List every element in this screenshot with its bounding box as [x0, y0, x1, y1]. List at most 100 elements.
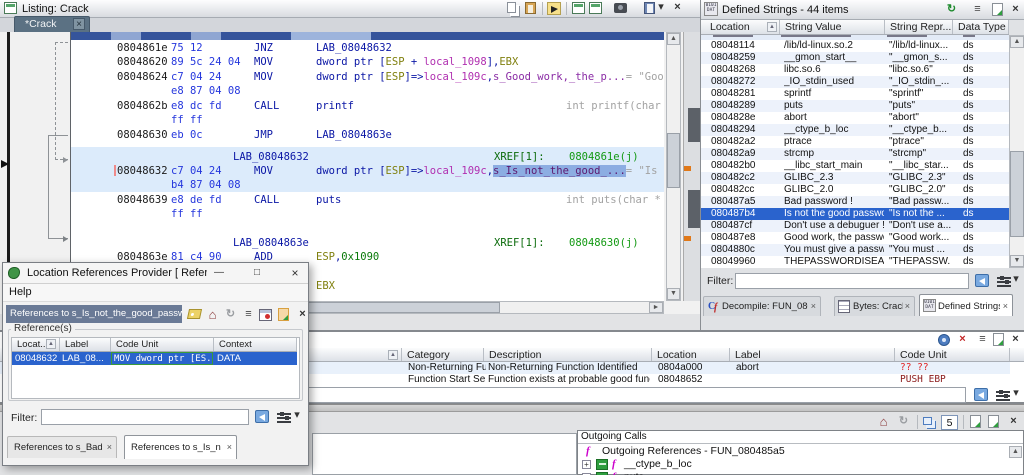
snapshot-camera-icon[interactable]	[614, 3, 627, 13]
asm-line[interactable]: LAB_0804863eXREF[1]:08048630(j)	[71, 236, 664, 250]
asm-label[interactable]: LAB_0804863e	[233, 236, 309, 250]
asm-bytes[interactable]: b4 87 04 08	[171, 178, 241, 192]
column-filter-icon[interactable]	[975, 274, 989, 287]
cell-code-unit[interactable]: PUSH EBP	[900, 374, 1008, 386]
close-icon[interactable]: ×	[670, 0, 685, 15]
column-header-location[interactable]: Location	[652, 348, 730, 361]
table-row[interactable]: 08048281sprintf"sprintf"ds	[701, 88, 1009, 100]
asm-token-reg[interactable]: ESP	[386, 71, 405, 83]
diff-apply-icon[interactable]	[589, 2, 602, 14]
asm-line[interactable]: ff ff	[71, 207, 664, 221]
cell-string-repr[interactable]: "_IO_stdin_...	[889, 76, 951, 88]
column-header-code-unit[interactable]: Code Unit	[895, 348, 1010, 361]
cell-data-type[interactable]: ds	[963, 136, 1003, 148]
cell-string-repr[interactable]: "Is not the ...	[889, 208, 951, 220]
asm-operands[interactable]: dword ptr [ESP]=>local_109c,s_Is_not_the…	[316, 164, 664, 178]
cell-data-type[interactable]: ds	[963, 172, 1003, 184]
scrollbar-thumb[interactable]	[1010, 151, 1024, 237]
cell-string-value[interactable]: _IO_stdin_used	[784, 76, 884, 88]
asm-address[interactable]: 08048639	[117, 193, 168, 207]
tree-root-row[interactable]: fOutgoing References - FUN_080485a5	[578, 445, 1008, 458]
asm-line[interactable]: 0804862089 5c 24 04MOVdword ptr [ESP + l…	[71, 55, 664, 69]
table-row[interactable]: 08048268libc.so.6"libc.so.6"ds	[701, 64, 1009, 76]
cell-code-unit[interactable]: ?? ??	[900, 362, 1008, 374]
cell-string-value[interactable]: THEPASSWORDISEASYTOC...	[784, 256, 884, 268]
asm-token-cmt[interactable]: = "Good work, th	[626, 71, 664, 83]
cell-location[interactable]: 08048294	[711, 124, 779, 136]
cell-data-type[interactable]: ds	[963, 64, 1003, 76]
cell-string-value[interactable]: sprintf	[784, 88, 884, 100]
asm-token-reg[interactable]: ESP	[386, 56, 405, 68]
column-header-location[interactable]: Locat...▲	[12, 338, 60, 351]
cell-location[interactable]: 08048259	[711, 52, 779, 64]
cell-label[interactable]: abort	[736, 362, 893, 374]
asm-operands[interactable]: LAB_08048632	[316, 41, 392, 55]
reference-row[interactable]: 08048632 LAB_08... MOV dword ptr [ES... …	[12, 352, 297, 365]
menu-icon[interactable]: ≡	[241, 307, 256, 322]
tree-item-row[interactable]: +f__ctype_b_loc	[578, 458, 1008, 471]
cell-location[interactable]: 080482b0	[711, 160, 779, 172]
close-icon[interactable]: ×	[295, 307, 310, 322]
menu-help[interactable]: Help	[9, 286, 32, 298]
cell-string-value[interactable]: __gmon_start__	[784, 52, 884, 64]
close-icon[interactable]: ×	[1003, 301, 1008, 311]
column-header-description[interactable]: Description	[484, 348, 652, 361]
asm-operands[interactable]: puts	[316, 193, 341, 207]
cell-string-value[interactable]: Bad password !	[784, 196, 884, 208]
table-row[interactable]: 080482b0__libc_start_main"__libc_star...…	[701, 160, 1009, 172]
asm-line[interactable]: ff ff	[71, 113, 664, 127]
asm-bytes[interactable]: 75 12	[171, 41, 203, 55]
column-header-data-type[interactable]: Data Type	[953, 20, 1009, 34]
filter-options-icon[interactable]	[997, 276, 1011, 288]
cell-category[interactable]: Non-Returning Fu...	[408, 362, 486, 374]
cell-location[interactable]: 080487cf	[711, 220, 779, 232]
cell-location[interactable]: 080487e8	[711, 232, 779, 244]
asm-mnemonic[interactable]: MOV	[254, 55, 273, 69]
cell-data-type[interactable]: ds	[963, 256, 1003, 268]
asm-token-op[interactable]: dword ptr [	[316, 71, 386, 83]
scroll-down-icon[interactable]: ▼	[667, 288, 680, 300]
cell-data-type[interactable]: ds	[963, 184, 1003, 196]
column-header-code-unit[interactable]: Code Unit	[111, 338, 214, 351]
table-row[interactable]: 08048259 __gmon_start__ "__gmon_s... ds	[701, 52, 1009, 64]
column-header-label[interactable]: Label	[730, 348, 895, 361]
cell-string-value[interactable]: abort	[784, 112, 884, 124]
cell-description[interactable]: Function exists at probable good functio…	[488, 374, 650, 386]
cursor-selection-icon[interactable]	[547, 2, 561, 15]
table-row[interactable]: 080487b4Is not the good password !"Is no…	[701, 208, 1009, 220]
table-row[interactable]: 080487cfDon't use a debuguer !"Don't use…	[701, 220, 1009, 232]
cell-string-repr[interactable]: "abort"	[889, 112, 951, 124]
asm-line[interactable]: b4 87 04 08	[71, 178, 664, 192]
table-row[interactable]: 080487e8Good work, the password i..."Goo…	[701, 232, 1009, 244]
column-header-label[interactable]: Label	[60, 338, 111, 351]
tab-references-bad-password[interactable]: References to s_Bad_pa... ×	[7, 436, 117, 458]
asm-token-lab[interactable]: LAB_0804863e	[316, 129, 392, 141]
cell-string-repr[interactable]: "__ctype_b...	[889, 124, 951, 136]
cell-string-repr[interactable]: "__gmon_s...	[889, 52, 951, 64]
asm-token-reg[interactable]: ESP	[386, 165, 405, 177]
cell-location[interactable]: 08048281	[711, 88, 779, 100]
snapshot-icon[interactable]	[993, 333, 1004, 346]
minimize-icon[interactable]: —	[211, 265, 227, 281]
cell-data-type[interactable]: ds	[963, 52, 1003, 64]
sort-icon[interactable]: ▲	[388, 350, 398, 360]
close-icon[interactable]: ×	[811, 301, 816, 311]
tab-defined-strings[interactable]: 0101 DAT Defined Strings ×	[919, 294, 1013, 316]
table-row[interactable]: 0804880cYou must give a password..."You …	[701, 244, 1009, 256]
cell-location[interactable]: 080482a9	[711, 148, 779, 160]
cell-code-unit[interactable]: MOV dword ptr [ES...	[111, 352, 213, 365]
listing-titlebar[interactable]: Listing: Crack ▾ ×	[0, 0, 700, 18]
cell-string-repr[interactable]: "puts"	[889, 100, 951, 112]
asm-line[interactable]: 08048632c7 04 24MOVdword ptr [ESP]=>loca…	[71, 164, 664, 178]
close-icon[interactable]: ×	[1008, 2, 1023, 17]
asm-token-loc[interactable]: local_109c	[423, 71, 486, 83]
cell-location[interactable]: 08048632	[15, 352, 59, 365]
asm-line[interactable]: 0804862be8 dc fdCALLprintfint printf(cha…	[71, 99, 664, 113]
column-header-string-value[interactable]: String Value	[780, 20, 885, 34]
asm-line[interactable]: e8 87 04 08	[71, 84, 664, 98]
asm-token-num[interactable]: 0x1090	[341, 251, 379, 263]
asm-token-cmt[interactable]: = "Is not the g	[626, 165, 664, 177]
scroll-up-icon[interactable]: ▲	[1009, 446, 1022, 458]
chevron-down-icon[interactable]: ▾	[1011, 272, 1021, 287]
call-depth-value[interactable]: 5	[941, 415, 958, 430]
